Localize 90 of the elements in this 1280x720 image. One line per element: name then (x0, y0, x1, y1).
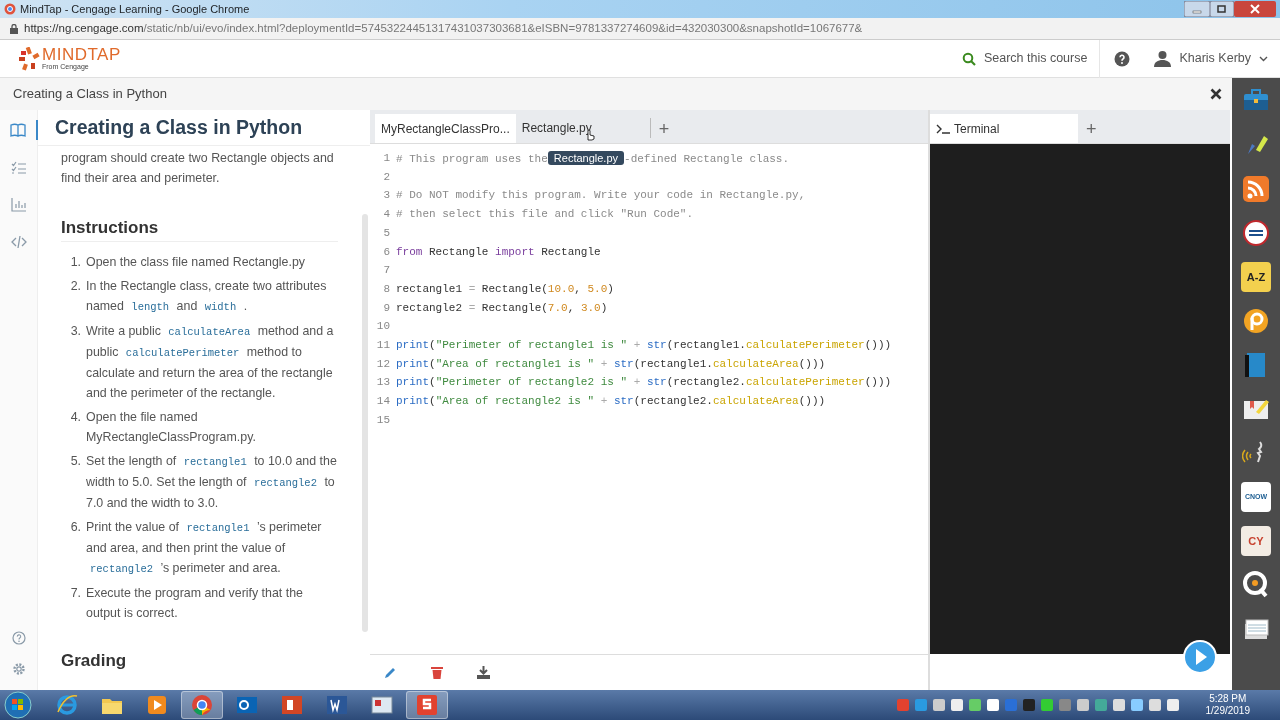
document-app-icon (326, 694, 348, 716)
quiz-icon[interactable] (1242, 570, 1270, 600)
instruction-text: Open the file named MyRectangleClassProgram.py. (86, 409, 257, 446)
tooltip: Rectangle.py (547, 150, 625, 165)
code-line: from Rectangle import Rectangle (396, 244, 601, 260)
panel-heading: Creating a Class in Python (38, 110, 370, 146)
line-number: 10 (375, 319, 391, 335)
taskbar-app[interactable] (406, 691, 448, 719)
settings-icon[interactable] (11, 662, 26, 676)
list-number: 3. (69, 323, 82, 340)
dictionary-icon[interactable] (1242, 218, 1270, 248)
file-tab[interactable]: MyRectangleClassPro... (375, 114, 516, 143)
brand-name: MINDTAP (42, 46, 121, 63)
slides-app-icon (281, 694, 303, 716)
clock-time: 5:28 PM (1208, 693, 1248, 705)
instruction-text: Set the length of rectangle1 to 10.0 and the width to 5.0. Set the length of rectangle2 to 7.0 and the width to 3.0. (86, 453, 338, 512)
line-number: 9 (382, 300, 391, 316)
clock-date: 1/29/2019 (1205, 705, 1250, 717)
book-icon (8, 121, 27, 139)
line-number: 5 (382, 225, 391, 241)
code-line: print("Perimeter of rectangle2 is " + str(rectangle2.calculatePerimeter())) (396, 375, 892, 391)
line-number: 11 (375, 337, 391, 353)
breadcrumb-title: Creating a Class in Python (13, 85, 167, 104)
line-number: 14 (375, 394, 391, 410)
ie-icon (56, 694, 78, 716)
line-number: 15 (375, 412, 391, 428)
cy-tile[interactable]: CY (1241, 526, 1271, 556)
add-tab-button[interactable]: + (650, 114, 678, 143)
line-number: 4 (382, 207, 391, 223)
line-number: 12 (375, 356, 391, 372)
line-number: 8 (382, 281, 391, 297)
media-player-icon (146, 694, 168, 716)
rss-icon[interactable] (1242, 174, 1270, 204)
circle-logo-icon[interactable] (1242, 306, 1270, 336)
close-icon[interactable] (1210, 88, 1222, 100)
instruction-text: Open the class file named Rectangle.py (86, 254, 306, 271)
line-number: 6 (382, 244, 391, 260)
user-menu-button[interactable]: Kharis Kerby (1154, 49, 1268, 68)
list-number: 5. (69, 453, 82, 470)
download-icon[interactable] (477, 666, 490, 679)
start-button-icon[interactable] (4, 691, 32, 719)
restore-icon[interactable] (1210, 1, 1234, 17)
search-course-button[interactable]: Search this course (961, 49, 1088, 68)
chrome-icon (191, 694, 213, 716)
terminal-tab[interactable]: Terminal (930, 114, 1078, 143)
code-line: print("Perimeter of rectangle1 is " + str(rectangle1.calculatePerimeter())) (396, 337, 892, 353)
line-number: 13 (375, 375, 391, 391)
capture-app-icon (416, 694, 438, 716)
terminal-icon (936, 123, 950, 134)
section-heading: Grading (61, 651, 128, 671)
code-line: print("Area of rectangle2 is " + str(rectangle2.calculateArea())) (396, 394, 826, 410)
mail-app-icon (236, 694, 258, 716)
list-number: 4. (69, 409, 82, 426)
chrome-logo-icon (4, 3, 16, 15)
line-number: 1 (382, 151, 391, 167)
help-icon[interactable] (1114, 50, 1131, 67)
section-heading: Instructions (61, 218, 338, 242)
instruction-text: Write a public calculateArea method and a public calculatePerimeter method to calculate and return the area of the rectangle and the perimeter of the rectangle. (86, 323, 335, 402)
code-line: print("Area of rectangle1 is " + str(rectangle1.calculateArea())) (396, 356, 826, 372)
list-number: 1. (69, 254, 82, 271)
list-number: 7. (69, 585, 82, 602)
instruction-text: Print the value of rectangle1 ’s perimeter and area, and then print the value of rectangle2 ’s perimeter and area. (86, 519, 323, 577)
taskbar-app[interactable] (181, 691, 223, 719)
instruction-text: In the Rectangle class, create two attributes named length and width . (86, 278, 328, 315)
trash-icon[interactable] (431, 666, 443, 679)
play-button-icon[interactable] (1183, 640, 1217, 674)
code-line: # then select this file and click "Run Code". (396, 207, 694, 223)
reader-app-icon (371, 694, 393, 716)
add-tab-button[interactable]: + (1078, 114, 1105, 143)
search-icon (961, 51, 976, 66)
code-line: rectangle2 = Rectangle(7.0, 3.0) (396, 300, 608, 316)
az-tile[interactable]: A-Z (1241, 262, 1271, 292)
code-line: rectangle1 = Rectangle(10.0, 5.0) (396, 281, 614, 297)
scrollbar[interactable] (362, 214, 368, 632)
line-number: 7 (382, 263, 391, 279)
mindtap-logo-icon (18, 46, 40, 71)
intro-paragraph: program should create two Rectangle objects and find their area and perimeter. (61, 150, 335, 187)
lock-icon (10, 23, 18, 34)
code-line: # This program uses the Rectangle.py -defined Rectangle class. (396, 149, 790, 167)
list-number: 6. (69, 519, 82, 536)
window-title: MindTap - Cengage Learning - Google Chrome (20, 1, 250, 17)
instruction-text: Execute the program and verify that the output is correct. (86, 585, 304, 622)
line-number: 2 (382, 169, 391, 185)
bar-chart-icon (9, 195, 28, 213)
code-line: # Do NOT modify this program. Write your code in Rectangle.py, (396, 188, 806, 204)
line-number: 3 (382, 188, 391, 204)
chevron-down-icon (1259, 55, 1268, 62)
user-icon (1154, 50, 1172, 67)
list-number: 2. (69, 278, 82, 295)
pencil-icon[interactable] (384, 666, 397, 679)
